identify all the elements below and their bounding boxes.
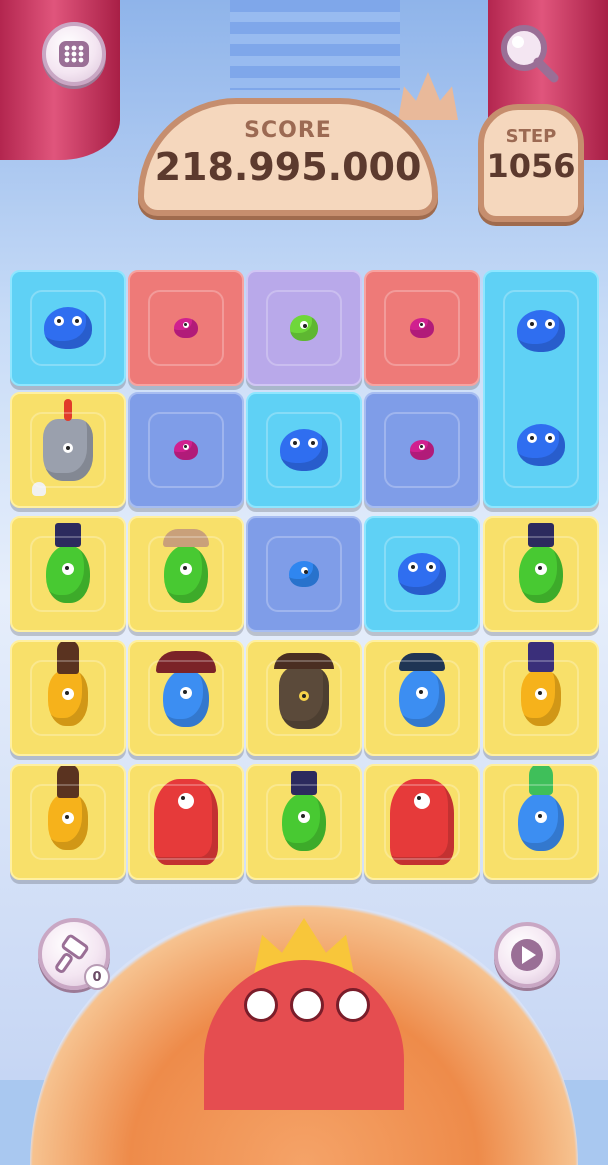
board-tile[interactable] — [128, 764, 244, 880]
board-tile-tall[interactable] — [483, 270, 599, 508]
blue-monster — [398, 553, 446, 595]
board-tile[interactable] — [364, 270, 480, 386]
blue-pirate-monster — [156, 651, 216, 727]
red-royal-monster — [390, 779, 454, 865]
green-tophat-monster — [282, 771, 326, 851]
board-tile[interactable] — [128, 392, 244, 508]
yellow-chef-monster — [48, 642, 88, 726]
board-tile[interactable] — [10, 270, 126, 386]
board-tile[interactable] — [10, 640, 126, 756]
board-tile[interactable] — [364, 392, 480, 508]
score-label: SCORE — [244, 118, 332, 143]
hammer-button[interactable]: 0 — [38, 918, 110, 990]
grid-menu-icon — [59, 41, 89, 67]
green-tophat-monster — [519, 523, 563, 603]
hammer-count-badge: 0 — [84, 964, 110, 990]
blue-small-monster — [289, 561, 319, 587]
step-panel: STEP 1056 — [478, 104, 584, 222]
blue-monster — [517, 309, 565, 352]
score-panel: SCORE 218.995.000 — [138, 98, 438, 216]
board-tile[interactable] — [364, 516, 480, 632]
red-royal-monster — [154, 779, 218, 865]
board-tile[interactable] — [10, 516, 126, 632]
pink-monster — [174, 440, 198, 460]
score-value: 218.995.000 — [154, 145, 422, 189]
magnifier-icon — [501, 25, 559, 83]
pink-monster — [174, 318, 198, 338]
pink-monster — [410, 318, 434, 338]
yellow-chef-monster — [48, 766, 88, 850]
yellow-tophat-monster — [521, 642, 561, 726]
play-button[interactable] — [494, 922, 560, 988]
board-tile[interactable] — [483, 764, 599, 880]
knight-monster — [43, 399, 93, 481]
board-tile[interactable] — [128, 516, 244, 632]
board-tile[interactable] — [10, 764, 126, 880]
step-value: 1056 — [486, 147, 576, 185]
pink-monster — [410, 440, 434, 460]
board-tile[interactable] — [246, 764, 362, 880]
board-tile[interactable] — [246, 516, 362, 632]
board-tile[interactable] — [10, 392, 126, 508]
blue-tricorn-monster — [399, 653, 445, 727]
search-button[interactable] — [496, 22, 560, 86]
blue-monster — [517, 424, 565, 467]
board-tile[interactable] — [483, 640, 599, 756]
board-tile[interactable] — [246, 640, 362, 756]
board-tile[interactable] — [364, 640, 480, 756]
blue-monster — [44, 307, 92, 349]
stage-stairs — [230, 0, 400, 90]
green-tophat-monster — [46, 523, 90, 603]
spartan-monster — [274, 653, 334, 729]
step-label: STEP — [505, 126, 557, 147]
blue-monster — [280, 429, 328, 471]
green-small-monster — [290, 315, 318, 341]
board-tile[interactable] — [128, 640, 244, 756]
board-tile[interactable] — [128, 270, 244, 386]
board-tile[interactable] — [483, 516, 599, 632]
green-monster — [163, 529, 209, 603]
blue-green-hat-monster — [518, 766, 564, 851]
board-tile[interactable] — [364, 764, 480, 880]
board-tile[interactable] — [246, 392, 362, 508]
menu-button[interactable] — [42, 22, 106, 86]
play-icon — [511, 939, 543, 971]
game-board — [10, 270, 600, 890]
board-tile[interactable] — [246, 270, 362, 386]
ghost-token — [32, 482, 46, 496]
